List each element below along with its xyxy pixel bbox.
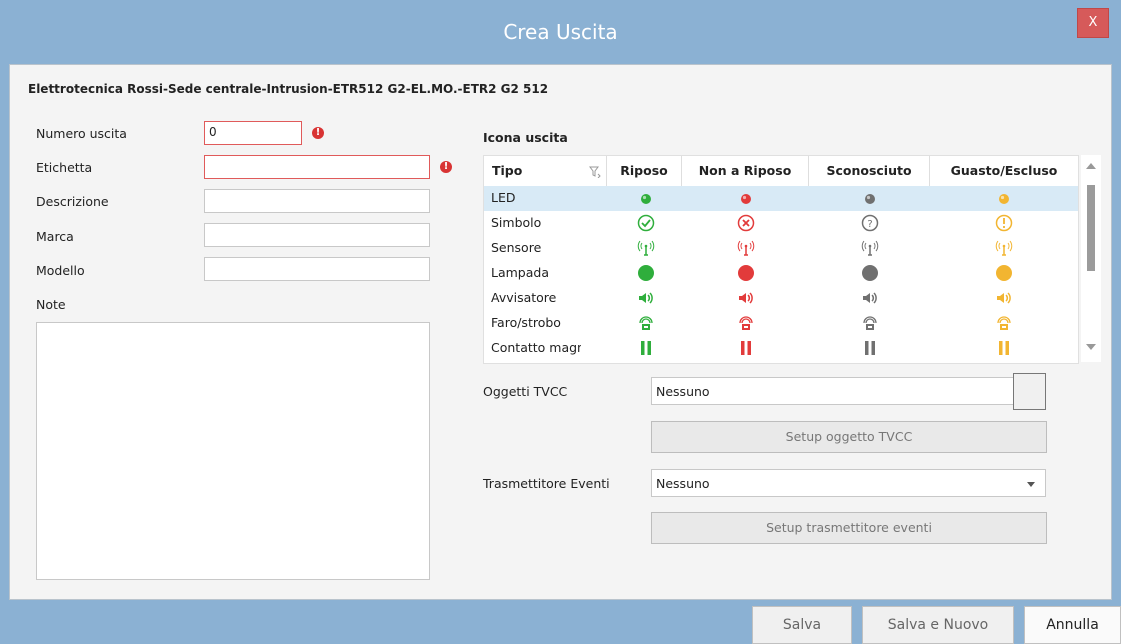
title-bar: Crea Uscita X (0, 0, 1121, 64)
tvcc-label: Oggetti TVCC (483, 384, 568, 399)
row-type-label: Sensore (491, 240, 542, 255)
row-type-label: Faro/strobo (491, 315, 561, 330)
save-and-new-button[interactable]: Salva e Nuovo (862, 606, 1014, 644)
save-button[interactable]: Salva (752, 606, 852, 644)
row-type-label: Avvisatore (491, 290, 557, 305)
descrizione-label: Descrizione (36, 194, 109, 209)
marca-label: Marca (36, 229, 74, 244)
lamp-circle-non-riposo-icon[interactable] (737, 264, 755, 282)
icon-grid: Tipo Riposo Non a Riposo Sconosciuto Gua… (483, 155, 1079, 364)
grid-scrollbar[interactable] (1081, 155, 1101, 362)
cancel-button[interactable]: Annulla (1024, 606, 1121, 644)
column-tipo-label: Tipo (492, 163, 523, 178)
note-label: Note (36, 297, 66, 312)
row-type-label: Lampada (491, 265, 549, 280)
lamp-circle-riposo-icon[interactable] (637, 264, 655, 282)
setup-trasmettitore-button[interactable]: Setup trasmettitore eventi (651, 512, 1047, 544)
descrizione-input[interactable] (204, 189, 430, 213)
scroll-thumb[interactable] (1087, 185, 1095, 271)
row-type-label: LED (491, 190, 516, 205)
sensor-antenna-riposo-icon[interactable] (637, 239, 655, 257)
speaker-sconosciuto-icon[interactable] (861, 289, 879, 307)
tvcc-select[interactable]: Nessuno (651, 377, 1046, 405)
sensor-antenna-sconosciuto-icon[interactable] (861, 239, 879, 257)
speaker-riposo-icon[interactable] (637, 289, 655, 307)
column-header-riposo[interactable]: Riposo (607, 156, 682, 186)
symbol-guasto-icon[interactable] (995, 214, 1013, 232)
table-row[interactable]: Contatto magnetico (484, 336, 1078, 361)
device-path: Elettrotecnica Rossi-Sede centrale-Intru… (28, 82, 549, 96)
table-row[interactable]: Faro/strobo (484, 311, 1078, 336)
column-header-sconosciuto[interactable]: Sconosciuto (809, 156, 930, 186)
column-header-guasto[interactable]: Guasto/Escluso (930, 156, 1078, 186)
row-type-label: Contatto magnetico (491, 340, 581, 355)
modello-label: Modello (36, 263, 85, 278)
lamp-circle-sconosciuto-icon[interactable] (861, 264, 879, 282)
speaker-non-riposo-icon[interactable] (737, 289, 755, 307)
magnetic-contact-non-riposo-icon[interactable] (737, 339, 755, 357)
close-button[interactable]: X (1077, 8, 1109, 38)
led-dot-sconosciuto-icon[interactable] (861, 189, 879, 207)
tvcc-select-value: Nessuno (656, 384, 710, 399)
error-icon: ! (440, 161, 452, 173)
column-header-non-riposo[interactable]: Non a Riposo (682, 156, 809, 186)
icona-uscita-title: Icona uscita (483, 130, 568, 145)
numero-uscita-label: Numero uscita (36, 126, 127, 141)
svg-text:?: ? (867, 219, 872, 230)
magnetic-contact-riposo-icon[interactable] (637, 339, 655, 357)
scroll-up-icon[interactable] (1086, 163, 1096, 169)
error-icon: ! (312, 127, 324, 139)
led-dot-riposo-icon[interactable] (637, 189, 655, 207)
symbol-riposo-icon[interactable] (637, 214, 655, 232)
modello-input[interactable] (204, 257, 430, 281)
magnetic-contact-guasto-icon[interactable] (995, 339, 1013, 357)
marca-input[interactable] (204, 223, 430, 247)
speaker-guasto-icon[interactable] (995, 289, 1013, 307)
column-header-tipo[interactable]: Tipo (484, 156, 607, 186)
strobe-riposo-icon[interactable] (637, 314, 655, 332)
setup-tvcc-button[interactable]: Setup oggetto TVCC (651, 421, 1047, 453)
table-row[interactable]: Avvisatore (484, 286, 1078, 311)
chevron-down-icon (1027, 482, 1035, 487)
symbol-sconosciuto-icon[interactable]: ? (861, 214, 879, 232)
filter-icon[interactable] (589, 166, 601, 178)
led-dot-non-riposo-icon[interactable] (737, 189, 755, 207)
trasmettitore-select-value: Nessuno (656, 476, 710, 491)
strobe-guasto-icon[interactable] (995, 314, 1013, 332)
table-row[interactable]: Lampada (484, 261, 1078, 286)
grid-header: Tipo Riposo Non a Riposo Sconosciuto Gua… (484, 156, 1078, 186)
etichetta-input[interactable] (204, 155, 430, 179)
tvcc-preview-box[interactable] (1013, 373, 1046, 410)
row-type-label: Simbolo (491, 215, 542, 230)
table-row[interactable]: Simbolo? (484, 211, 1078, 236)
scroll-down-icon[interactable] (1086, 344, 1096, 350)
led-dot-guasto-icon[interactable] (995, 189, 1013, 207)
strobe-non-riposo-icon[interactable] (737, 314, 755, 332)
table-row[interactable]: LED (484, 186, 1078, 211)
sensor-antenna-guasto-icon[interactable] (995, 239, 1013, 257)
magnetic-contact-sconosciuto-icon[interactable] (861, 339, 879, 357)
strobe-sconosciuto-icon[interactable] (861, 314, 879, 332)
table-row[interactable]: Sensore (484, 236, 1078, 261)
symbol-non-riposo-icon[interactable] (737, 214, 755, 232)
sensor-antenna-non-riposo-icon[interactable] (737, 239, 755, 257)
trasmettitore-label: Trasmettitore Eventi (483, 476, 610, 491)
window-title: Crea Uscita (503, 20, 618, 44)
trasmettitore-select[interactable]: Nessuno (651, 469, 1046, 497)
etichetta-label: Etichetta (36, 160, 93, 175)
numero-uscita-input[interactable]: 0 (204, 121, 302, 145)
note-textarea[interactable] (36, 322, 430, 580)
lamp-circle-guasto-icon[interactable] (995, 264, 1013, 282)
